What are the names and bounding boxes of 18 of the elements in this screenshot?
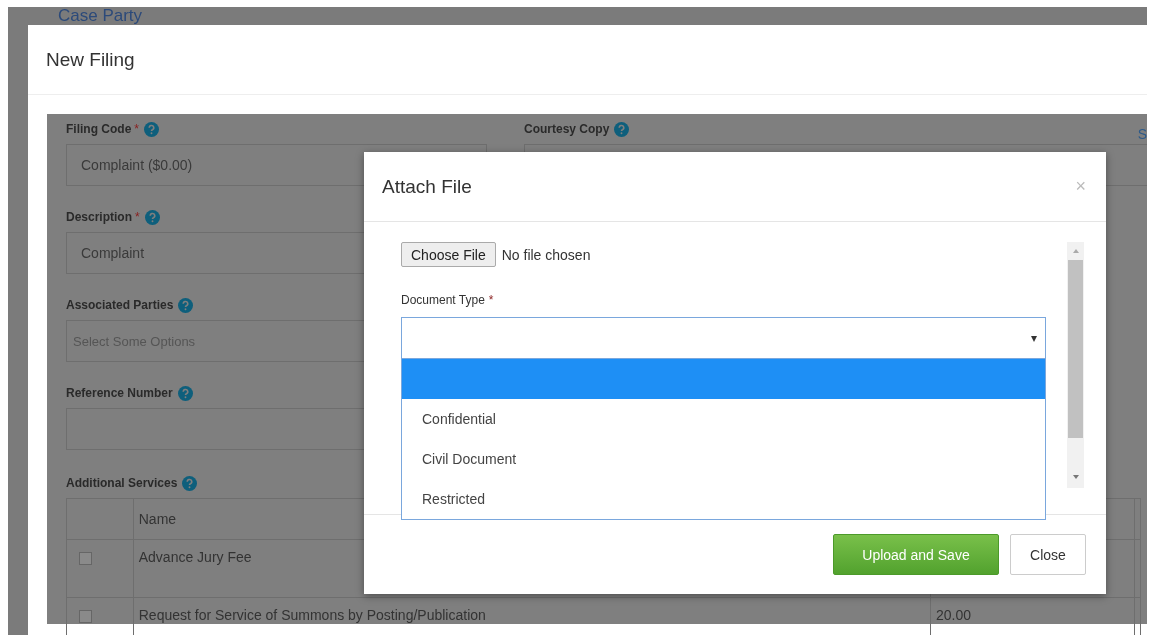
column-header: Name <box>138 511 177 527</box>
required-mark: * <box>488 293 494 307</box>
field-label: Associated Parties <box>66 298 174 312</box>
field-label: Document Type <box>401 293 485 307</box>
page-heading: Case Party <box>58 7 143 25</box>
dialog-title: New Filing <box>46 48 135 71</box>
field-label: Description <box>66 210 132 224</box>
field-label: Courtesy Copy <box>524 122 610 136</box>
table-cell: Request for Service of Summons by Posting/Publication <box>138 607 486 623</box>
field-label: Reference Number <box>66 386 173 400</box>
section-label: Additional Services <box>66 476 178 490</box>
caret-icon: ▾ <box>1031 331 1038 345</box>
file-status: No file chosen <box>501 246 591 263</box>
required-mark: * <box>134 122 139 136</box>
table-cell: Advance Jury Fee <box>138 549 252 565</box>
table-cell: 20.00 <box>935 607 971 623</box>
required-mark: * <box>135 210 140 224</box>
field-label: Filing Code <box>66 122 132 136</box>
